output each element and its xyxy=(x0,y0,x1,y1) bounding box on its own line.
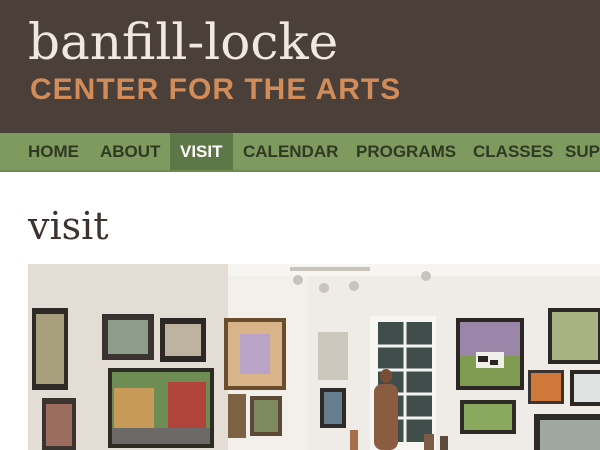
main-nav: HOME ABOUT VISIT CALENDAR PROGRAMS CLASS… xyxy=(0,133,600,172)
page-title: visit xyxy=(28,204,109,248)
nav-item-programs[interactable]: PROGRAMS xyxy=(346,133,466,170)
nav-item-calendar[interactable]: CALENDAR xyxy=(233,133,348,170)
gallery-photo xyxy=(28,264,600,450)
nav-item-about[interactable]: ABOUT xyxy=(90,133,170,170)
site-logo-tagline[interactable]: CENTER FOR THE ARTS xyxy=(30,72,401,108)
nav-item-visit[interactable]: VISIT xyxy=(170,133,233,170)
site-header: banfill-locke CENTER FOR THE ARTS xyxy=(0,0,600,133)
nav-item-home[interactable]: HOME xyxy=(18,133,89,170)
nav-item-sup[interactable]: SUP xyxy=(555,133,600,170)
site-logo-name[interactable]: banfill-locke xyxy=(28,12,338,72)
nav-item-classes[interactable]: CLASSES xyxy=(463,133,563,170)
